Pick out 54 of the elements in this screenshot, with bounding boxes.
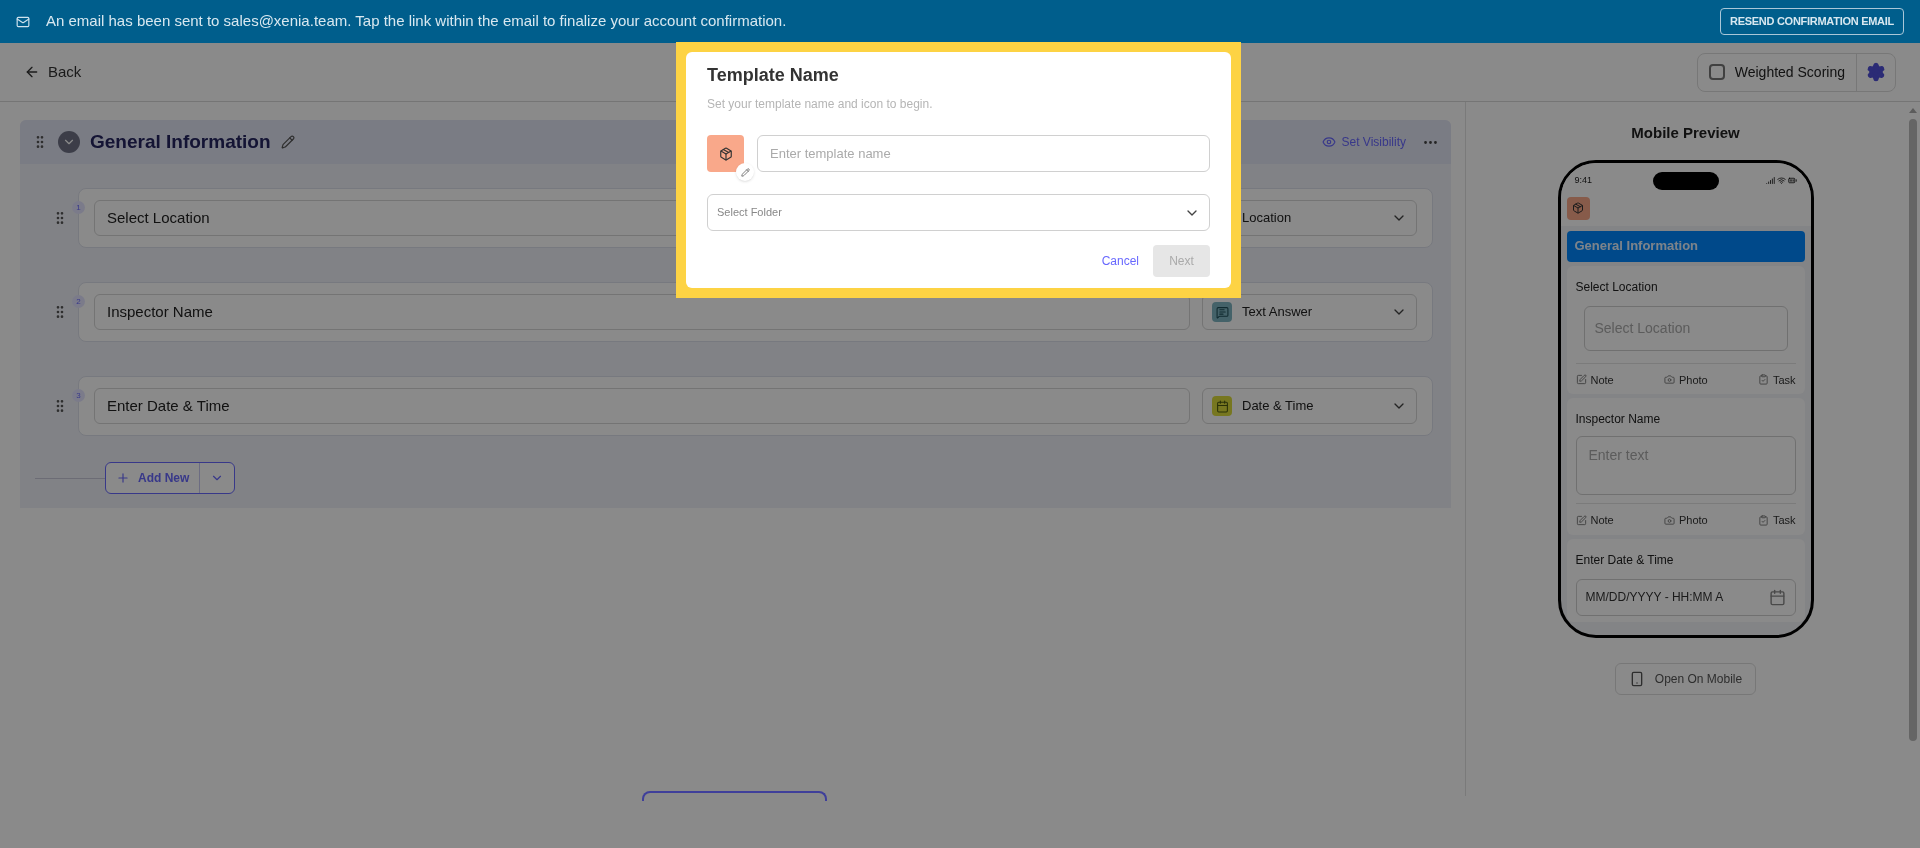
calendar-icon (1212, 396, 1232, 416)
question-input[interactable]: Enter Date & Time (94, 388, 1190, 424)
banner-message: An email has been sent to sales@xenia.team. Tap the link within the email to finalize your account confirmation. (46, 11, 787, 32)
wifi-icon (1776, 176, 1786, 185)
camera-icon (1663, 514, 1675, 526)
dialog-title: Template Name (707, 64, 840, 87)
question-number: 1 (72, 201, 85, 214)
section-title-bar: General Information (1566, 230, 1805, 262)
status-time: 9:41 (1574, 173, 1594, 187)
mail-icon (16, 14, 30, 29)
settings-icon (1866, 62, 1886, 82)
box-icon (718, 146, 733, 161)
edit-icon-button[interactable] (736, 163, 754, 181)
question-label: Inspector Name (1575, 412, 1661, 426)
checkbox[interactable] (1708, 64, 1725, 80)
open-on-mobile-button[interactable]: Open On Mobile (1614, 662, 1757, 695)
collapse-button[interactable] (58, 131, 80, 153)
action-button[interactable]: Note (1575, 371, 1614, 388)
back-button[interactable]: Back (24, 60, 82, 84)
clipboard-icon (1757, 514, 1769, 526)
eye-icon (1321, 135, 1336, 149)
question-label: Select Location (1575, 279, 1658, 294)
box-icon (1572, 202, 1584, 214)
folder-select[interactable]: Select Folder (707, 194, 1210, 231)
answer-type-select[interactable]: Date & Time (1202, 388, 1417, 424)
add-new-button[interactable]: Add New (106, 469, 200, 487)
pencil-icon (740, 167, 750, 177)
question-label: Enter Date & Time (1575, 552, 1674, 567)
clipboard-icon (1757, 374, 1769, 386)
section-title: General Information (90, 129, 271, 154)
calendar-icon (1768, 588, 1786, 606)
edit-icon[interactable] (280, 135, 295, 149)
weighted-scoring-checkbox[interactable]: Weighted Scoring (1697, 61, 1856, 83)
action-button[interactable]: Task (1757, 371, 1796, 388)
icon-picker[interactable] (707, 135, 744, 172)
dialog-subtitle: Set your template name and icon to begin. (707, 96, 934, 113)
template-name-field[interactable]: Enter template name (757, 135, 1210, 172)
action-button[interactable]: Note (1575, 512, 1614, 529)
action-button[interactable]: Photo (1663, 512, 1708, 529)
action-button[interactable]: Photo (1663, 371, 1708, 388)
note-icon (1575, 374, 1587, 386)
signal-icon (1765, 176, 1775, 185)
plus-icon (116, 471, 130, 485)
date-field[interactable]: MM/DD/YYYY - HH:MM A (1575, 578, 1796, 616)
cancel-button[interactable]: Cancel (1101, 252, 1139, 270)
note-icon (1575, 514, 1587, 526)
dynamic-island (1652, 171, 1719, 190)
text-icon (1212, 302, 1232, 322)
action-button[interactable]: Task (1757, 512, 1796, 529)
resend-email-button[interactable]: RESEND CONFIRMATION EMAIL (1719, 8, 1904, 35)
battery-icon (1787, 176, 1797, 185)
preview-title: Mobile Preview (1631, 123, 1740, 143)
footer-button[interactable] (642, 791, 827, 801)
camera-icon (1663, 374, 1675, 386)
